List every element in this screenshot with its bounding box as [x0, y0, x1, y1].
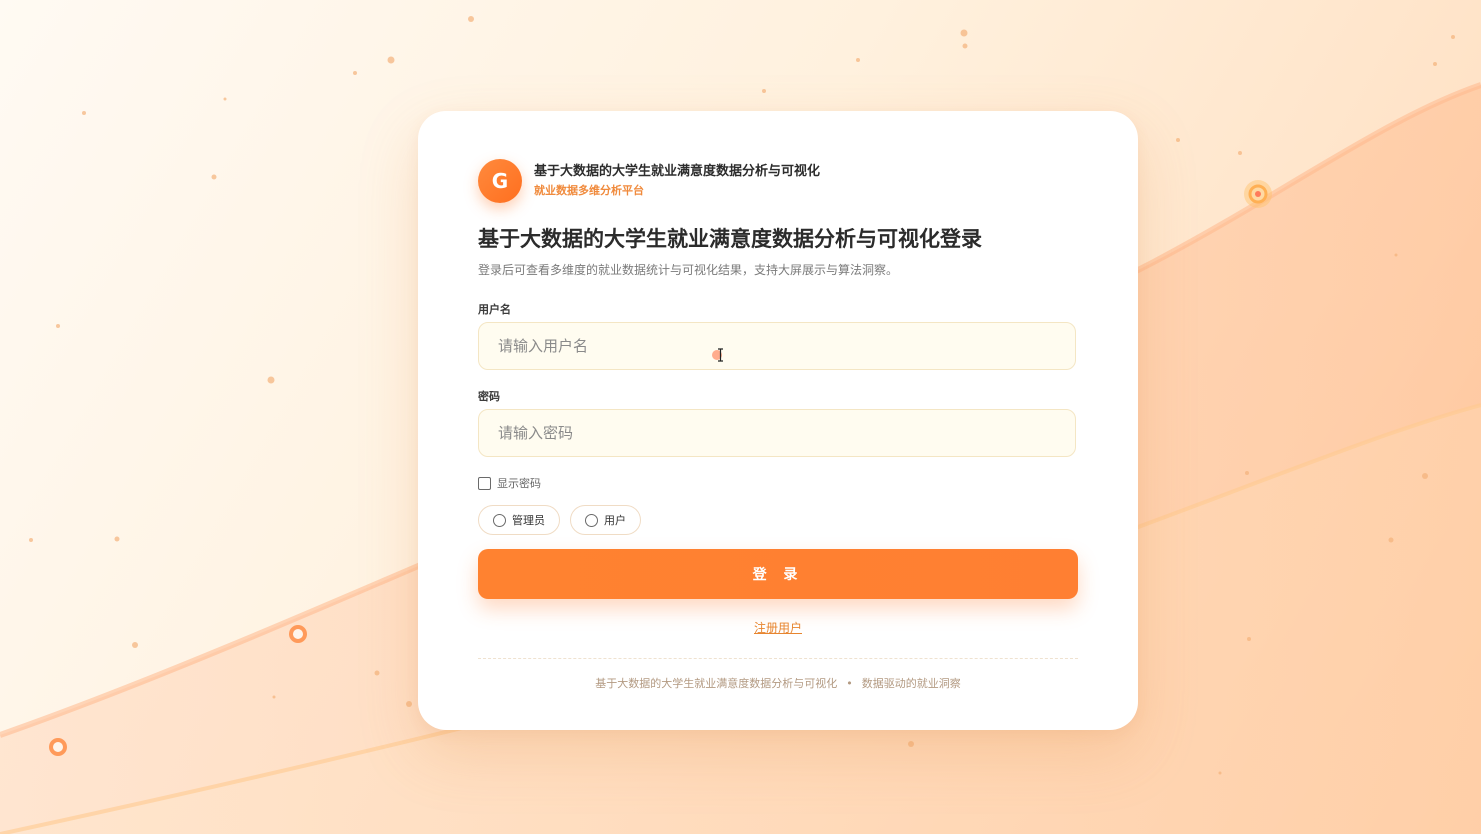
role-option-user[interactable]: 用户 — [570, 505, 641, 535]
role-admin-label: 管理员 — [512, 514, 545, 527]
show-password-toggle[interactable]: 显示密码 — [478, 475, 541, 491]
login-button[interactable]: 登 录 — [478, 549, 1078, 599]
login-card: G 基于大数据的大学生就业满意度数据分析与可视化 就业数据多维分析平台 基于大数… — [418, 111, 1138, 730]
page-description: 登录后可查看多维度的就业数据统计与可视化结果，支持大屏展示与算法洞察。 — [478, 263, 899, 277]
show-password-checkbox[interactable] — [478, 476, 491, 490]
footer-divider — [478, 658, 1078, 659]
brand-subtitle: 就业数据多维分析平台 — [534, 184, 644, 197]
node-core — [1255, 191, 1261, 197]
password-input[interactable] — [478, 409, 1076, 457]
brand-text: 基于大数据的大学生就业满意度数据分析与可视化 就业数据多维分析平台 — [534, 162, 820, 200]
register-link-wrap: 注册用户 — [418, 619, 1138, 636]
username-label: 用户名 — [478, 303, 511, 316]
card-footer: 基于大数据的大学生就业满意度数据分析与可视化 • 数据驱动的就业洞察 — [418, 675, 1138, 691]
brand-header: G 基于大数据的大学生就业满意度数据分析与可视化 就业数据多维分析平台 — [478, 159, 820, 203]
password-label: 密码 — [478, 390, 500, 403]
footer-left-text: 基于大数据的大学生就业满意度数据分析与可视化 — [595, 677, 838, 690]
page-title: 基于大数据的大学生就业满意度数据分析与可视化登录 — [478, 227, 982, 251]
brand-title: 基于大数据的大学生就业满意度数据分析与可视化 — [534, 164, 821, 179]
username-input[interactable] — [478, 322, 1076, 370]
role-admin-radio[interactable] — [493, 513, 506, 527]
register-link[interactable]: 注册用户 — [754, 621, 802, 635]
role-user-label: 用户 — [604, 514, 626, 527]
footer-right-text: 数据驱动的就业洞察 — [861, 677, 961, 690]
text-cursor-icon — [712, 348, 723, 362]
role-option-admin[interactable]: 管理员 — [478, 505, 560, 535]
brand-logo: G — [478, 159, 522, 203]
footer-separator: • — [846, 677, 853, 690]
node-ring — [289, 625, 307, 643]
role-user-radio[interactable] — [585, 513, 598, 527]
node-ring — [49, 738, 67, 756]
role-selector: 管理员 用户 — [478, 505, 641, 535]
show-password-label: 显示密码 — [497, 477, 541, 490]
